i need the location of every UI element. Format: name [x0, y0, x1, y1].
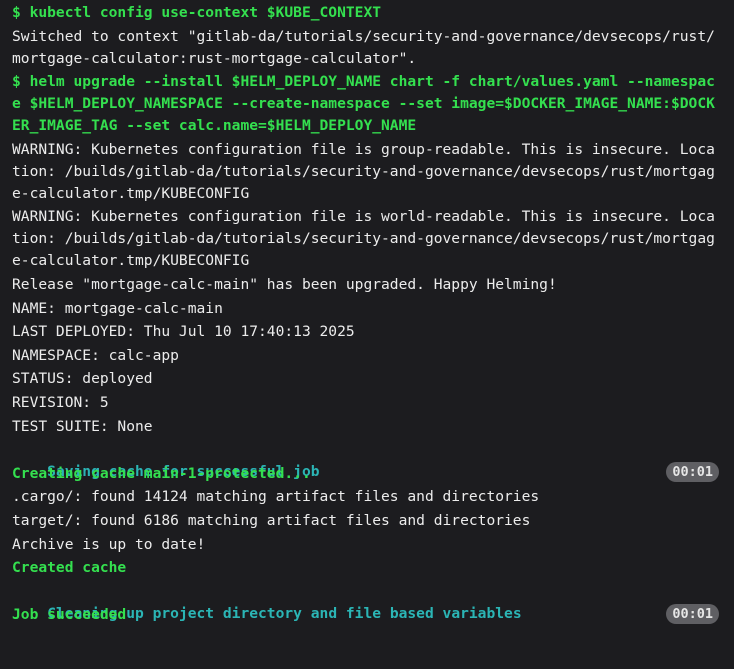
job-status-succeeded: Job succeeded	[12, 606, 127, 624]
log-line-output: Archive is up to date!	[12, 535, 206, 553]
log-line-warning: WARNING: Kubernetes configuration file i…	[12, 208, 715, 270]
log-line-output: TEST SUITE: None	[12, 417, 153, 435]
log-line-output: REVISION: 5	[12, 393, 109, 411]
log-line-output: NAME: mortgage-calc-main	[12, 299, 223, 317]
log-line-output: Release "mortgage-calc-main" has been up…	[12, 275, 557, 293]
log-line-output: STATUS: deployed	[12, 370, 153, 388]
log-section-header-saving-cache[interactable]: Saving cache for successful job 00:01	[12, 439, 722, 483]
job-log-terminal: $ kubectl config use-context $KUBE_CONTE…	[0, 0, 734, 624]
log-line-output: LAST DEPLOYED: Thu Jul 10 17:40:13 2025	[12, 323, 355, 341]
log-line-command: $ kubectl config use-context $KUBE_CONTE…	[12, 4, 382, 21]
log-line-command: $ helm upgrade --install $HELM_DEPLOY_NA…	[12, 73, 715, 135]
log-line-output: Switched to context "gitlab-da/tutorials…	[12, 27, 715, 67]
log-line-output: .cargo/: found 14124 matching artifact f…	[12, 488, 540, 506]
log-line-note: Created cache	[12, 559, 127, 577]
log-section-header-cleanup[interactable]: Cleaning up project directory and file b…	[12, 581, 722, 624]
log-line-warning: WARNING: Kubernetes configuration file i…	[12, 140, 715, 202]
log-line-output: NAMESPACE: calc-app	[12, 346, 179, 364]
log-line-note: Creating cache main-1-protected...	[12, 464, 311, 482]
log-line-output: target/: found 6186 matching artifact fi…	[12, 511, 531, 529]
